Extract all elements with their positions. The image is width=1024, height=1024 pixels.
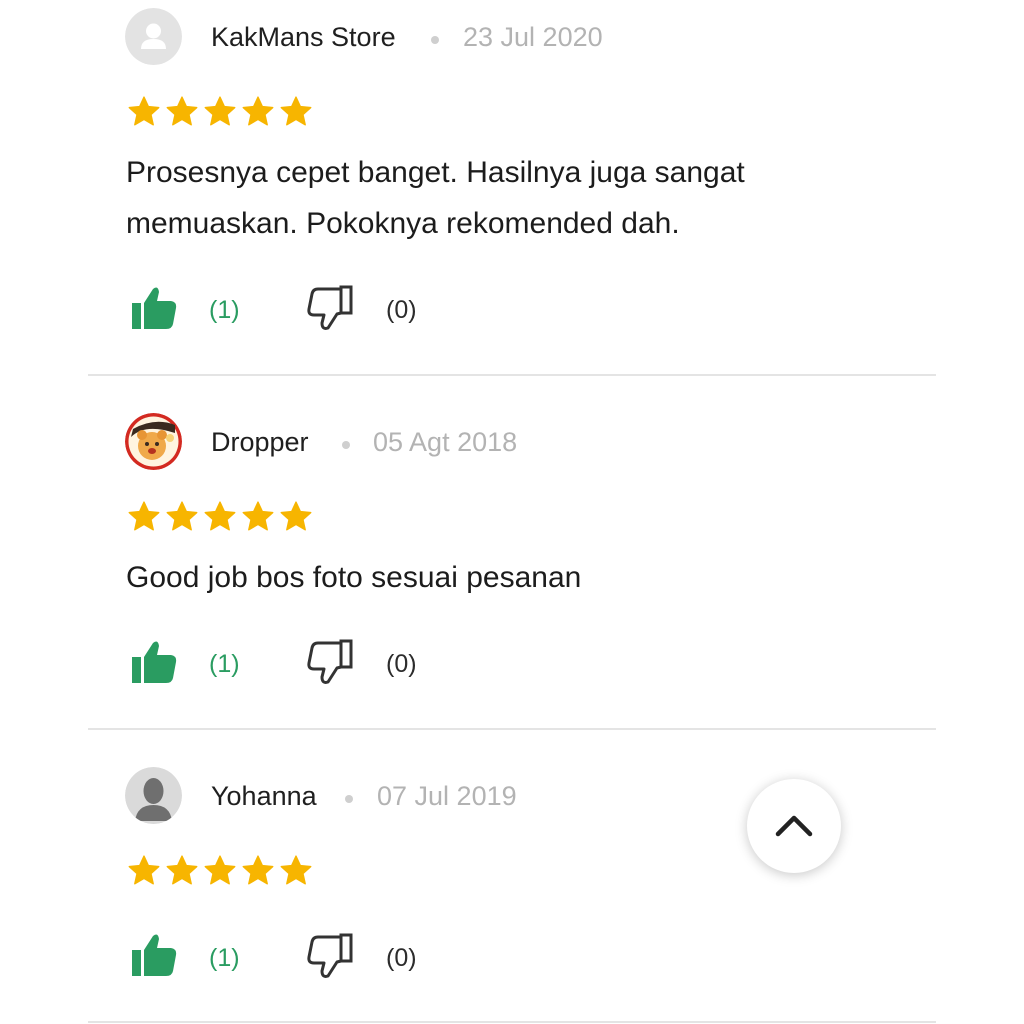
reviewer-name: KakMans Store [211,22,396,52]
star-icon [204,501,236,531]
dislike-count: (0) [386,296,417,324]
star-icon [166,855,198,885]
divider [88,1021,936,1023]
divider [88,728,936,730]
avatar[interactable] [125,8,182,65]
star-icon [280,501,312,531]
star-icon [280,96,312,126]
review-date: 05 Agt 2018 [373,427,518,457]
separator-dot [345,795,353,803]
thumbs-down-icon[interactable] [306,933,354,979]
character-avatar-icon [125,413,182,470]
star-icon [128,96,160,126]
like-count: (1) [209,296,240,324]
star-icon [242,96,274,126]
star-icon [280,855,312,885]
reviewer-name: Dropper [211,427,309,457]
star-rating [127,500,313,534]
star-icon [204,96,236,126]
thumbs-up-icon[interactable] [131,640,177,684]
star-rating [127,95,313,129]
thumbs-down-icon[interactable] [306,639,354,685]
star-icon [128,855,160,885]
star-icon [166,501,198,531]
divider [88,374,936,376]
thumbs-up-icon[interactable] [131,933,177,977]
star-icon [166,96,198,126]
star-icon [242,501,274,531]
dislike-count: (0) [386,650,417,678]
star-rating [127,854,313,888]
separator-dot [342,441,350,449]
thumbs-down-icon[interactable] [306,285,354,331]
dislike-count: (0) [386,944,417,972]
review-date: 07 Jul 2019 [377,781,517,811]
review-text: Prosesnya cepet banget. Hasilnya juga sa… [126,156,745,240]
reviewer-name: Yohanna [211,781,317,811]
star-icon [242,855,274,885]
review-text: Good job bos foto sesuai pesanan [126,561,582,594]
scroll-to-top-button[interactable] [747,779,841,873]
review-date: 23 Jul 2020 [463,22,603,52]
star-icon [204,855,236,885]
avatar[interactable] [125,413,182,470]
separator-dot [431,36,439,44]
chevron-up-icon [775,815,813,837]
like-count: (1) [209,650,240,678]
star-icon [128,501,160,531]
like-count: (1) [209,944,240,972]
avatar[interactable] [125,767,182,824]
default-user-icon [125,8,182,65]
thumbs-up-icon[interactable] [131,286,177,330]
silhouette-avatar-icon [125,767,182,824]
